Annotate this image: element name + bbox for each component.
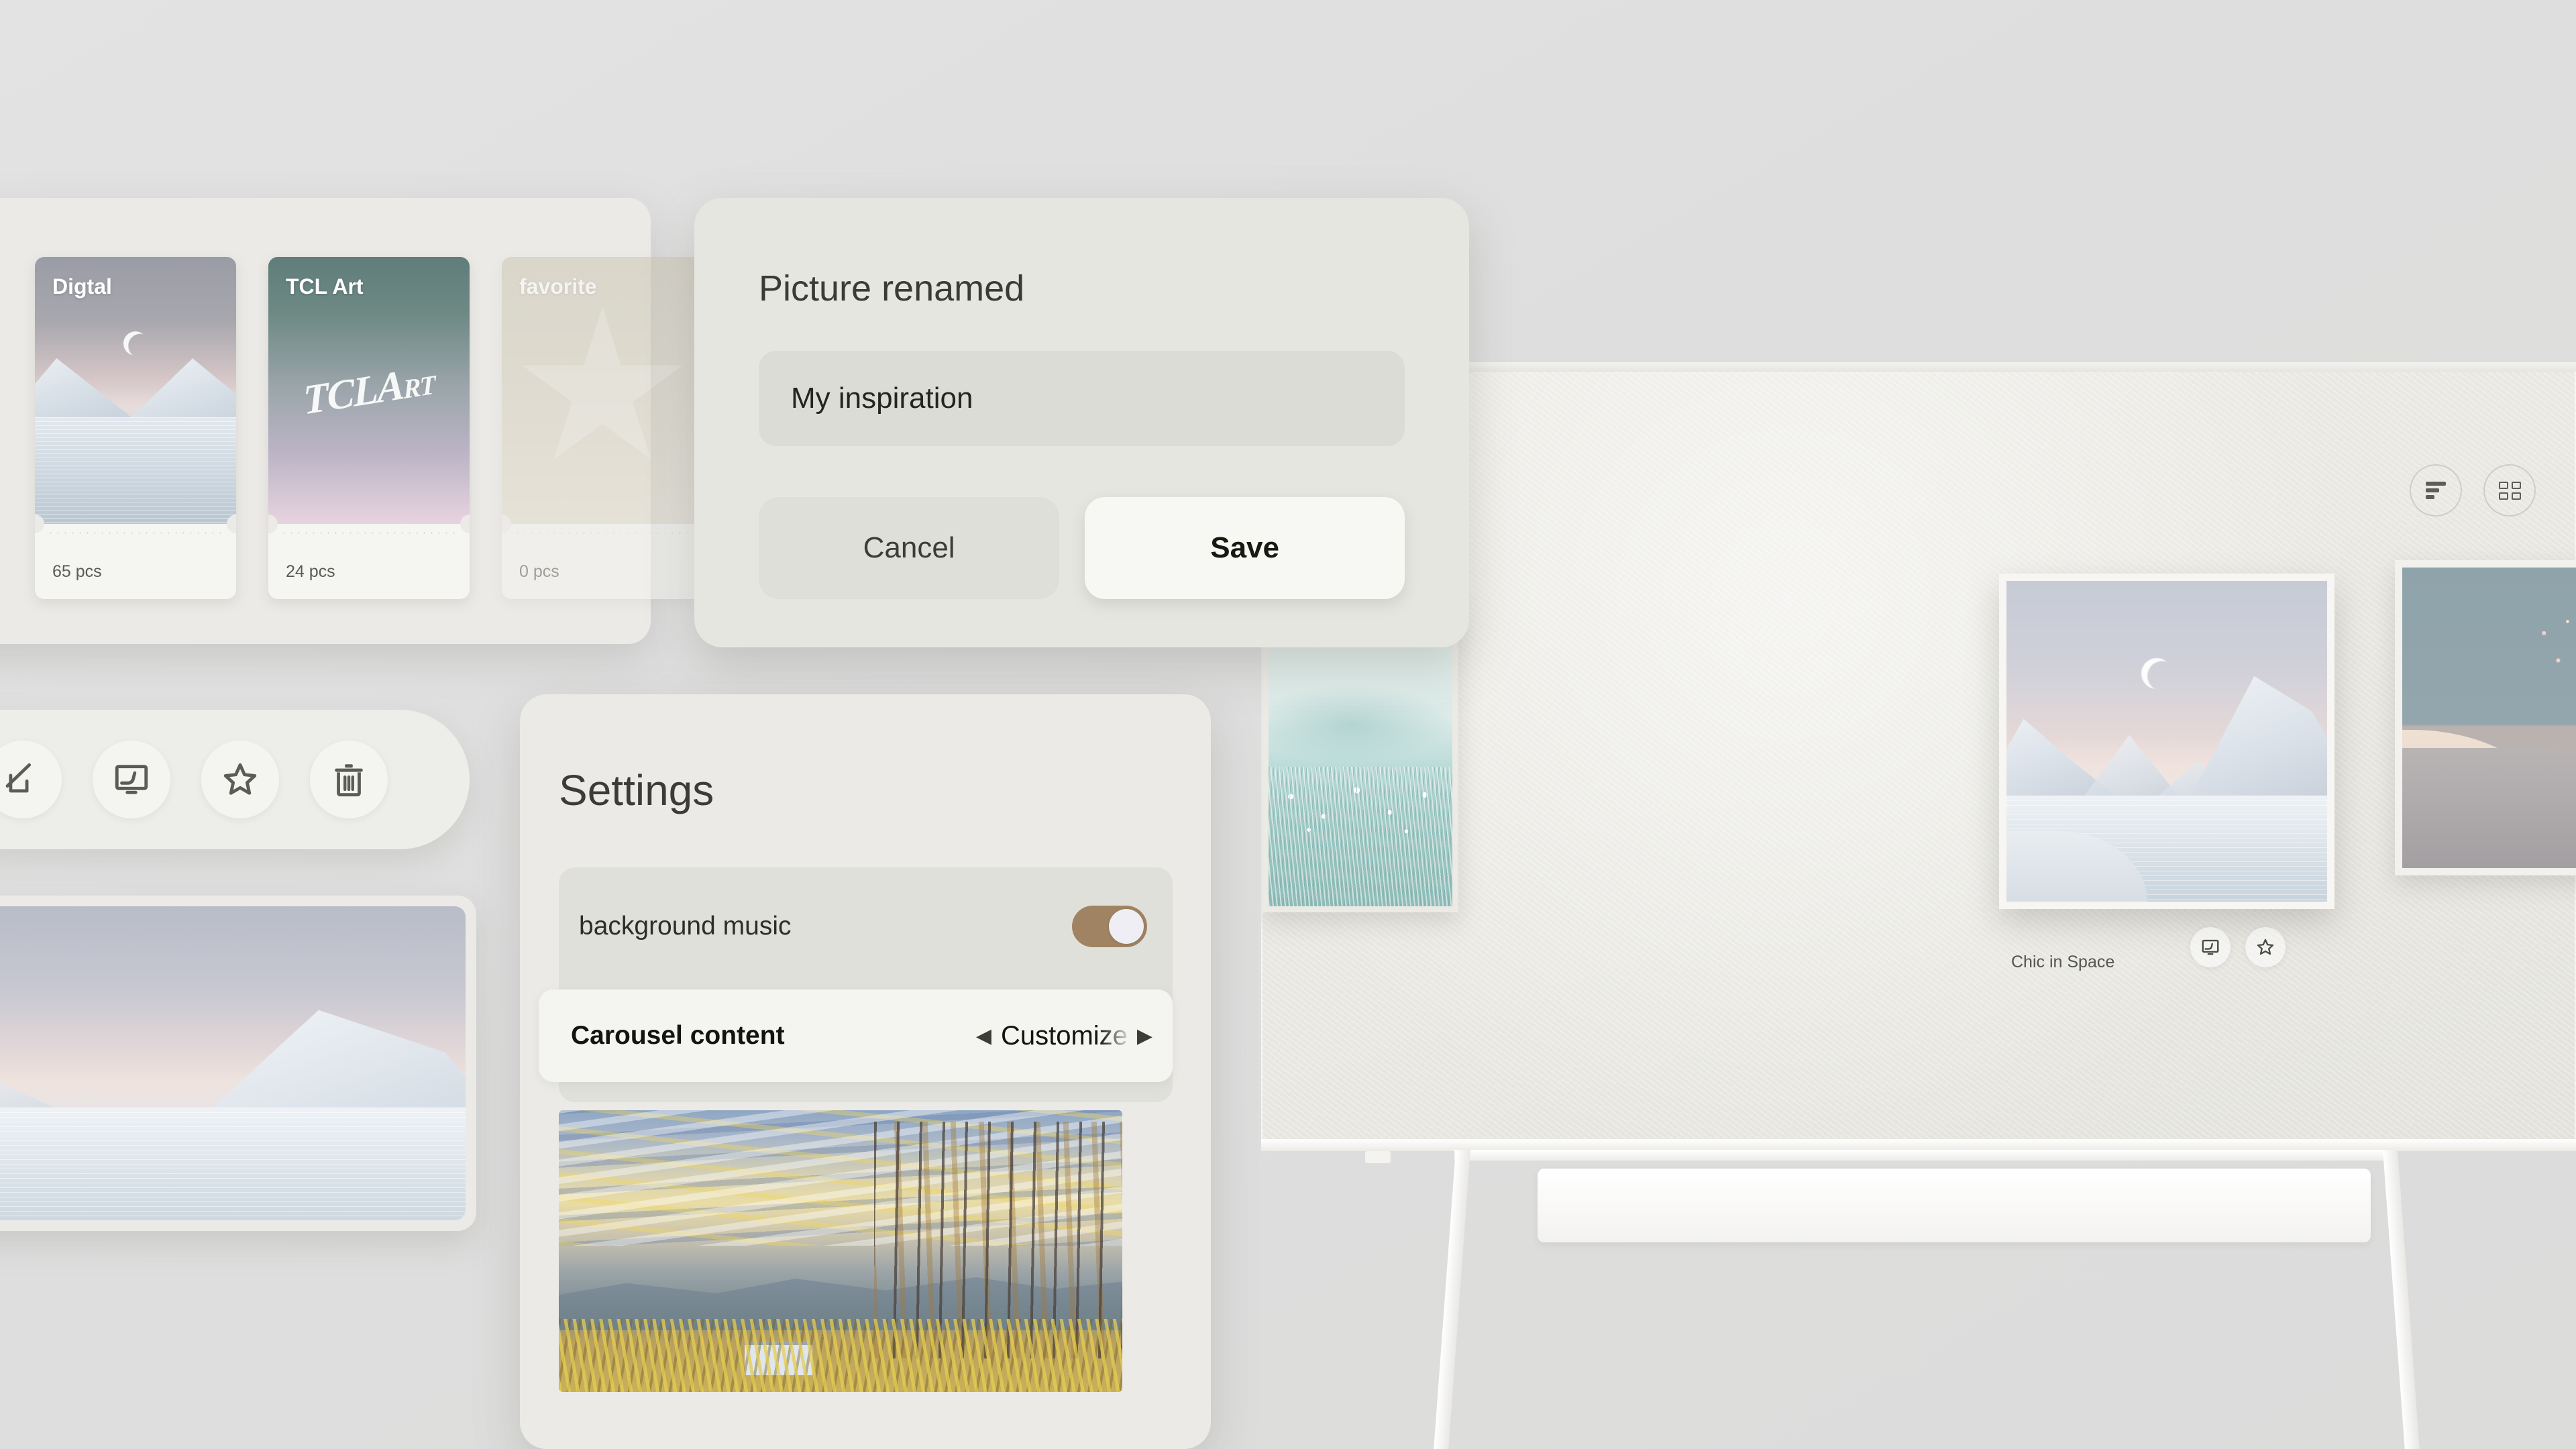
grid-view-button[interactable] (2483, 464, 2536, 517)
album-thumbnail: Digtal (35, 257, 236, 524)
ticket-perforation (35, 515, 236, 544)
settings-title: Settings (559, 766, 714, 814)
artwork-frame-hero[interactable] (1999, 574, 2334, 909)
set-as-display-icon (2202, 939, 2219, 955)
favorite-star-icon (223, 763, 257, 795)
album-count: 0 pcs (519, 561, 559, 581)
carousel-content-value: Customize (1000, 1020, 1128, 1051)
settings-panel: Settings background music Carousel inter… (520, 694, 1211, 1449)
favorite-star-icon (2257, 938, 2274, 955)
picture-rename-dialog: Picture renamed My inspiration Cancel Sa… (694, 198, 1469, 647)
artwork-actions (2190, 927, 2286, 967)
album-name: favorite (519, 274, 597, 299)
album-thumbnail: TCLART TCL Art (268, 257, 470, 524)
album-card-favorite[interactable]: favorite 0 pcs (502, 257, 703, 599)
ticket-perforation (502, 515, 703, 544)
background-music-toggle[interactable] (1072, 905, 1147, 947)
delete-trash-icon (335, 764, 363, 797)
set-as-display-icon (115, 765, 148, 794)
artwork-preview-image (0, 906, 466, 1220)
tcl-art-logo: TCLART (302, 362, 436, 424)
setting-label: Carousel content (571, 1021, 785, 1050)
set-as-display-button[interactable] (93, 741, 170, 818)
sort-icon (2426, 479, 2446, 502)
edit-button[interactable] (0, 741, 62, 818)
dialog-title: Picture renamed (759, 268, 1025, 309)
delete-button[interactable] (310, 741, 388, 818)
album-count: 24 pcs (286, 561, 335, 581)
artwork-preview-frame[interactable] (0, 896, 476, 1231)
chevron-left-icon[interactable]: ◀ (976, 1024, 991, 1048)
album-card-tcl-art[interactable]: TCLART TCL Art 24 pcs (268, 257, 470, 599)
setting-label: background music (579, 911, 792, 941)
favorite-button[interactable] (2245, 927, 2286, 967)
carousel-content-stepper: ◀ Customize ▶ (976, 1021, 1152, 1051)
artwork-image-dune (2402, 568, 2576, 868)
albums-panel: Digtal 65 pcs TCLART TCL Art 24 pcs favo… (0, 198, 703, 644)
artwork-caption: Chic in Space (2011, 953, 2115, 971)
picture-name-input[interactable]: My inspiration (759, 351, 1405, 446)
album-card-digtal[interactable]: Digtal 65 pcs (35, 257, 236, 599)
action-toolbar (0, 710, 470, 849)
tv-easel-stand (1261, 1139, 2576, 1449)
album-name: TCL Art (286, 274, 364, 299)
moon-shape (2141, 657, 2172, 689)
cancel-button[interactable]: Cancel (759, 497, 1060, 599)
dialog-actions: Cancel Save (759, 497, 1405, 599)
album-name: Digtal (52, 274, 112, 299)
set-as-display-button[interactable] (2190, 927, 2231, 967)
album-thumbnail: favorite (502, 257, 703, 524)
grid-view-icon (2498, 481, 2521, 500)
setting-row-carousel-content[interactable]: Carousel content ◀ Customize ▶ (539, 989, 1173, 1082)
artwork-image-hero (2006, 581, 2327, 902)
edit-icon (5, 763, 32, 793)
ticket-perforation (268, 515, 470, 544)
album-card-list: Digtal 65 pcs TCLART TCL Art 24 pcs favo… (35, 257, 703, 599)
chevron-right-icon[interactable]: ▶ (1137, 1024, 1152, 1048)
save-button[interactable]: Save (1085, 497, 1405, 599)
artwork-image-grass (1269, 603, 1452, 906)
carousel-preview-painting[interactable] (559, 1110, 1122, 1392)
view-tools (2410, 464, 2536, 517)
artwork-frame-right[interactable] (2395, 560, 2576, 875)
toggle-knob (1109, 908, 1144, 944)
setting-row-background-music[interactable]: background music (559, 867, 1173, 985)
favorite-star-icon (522, 307, 683, 460)
app-root: gtal Chic in Space (0, 0, 2576, 1449)
favorite-button[interactable] (201, 741, 279, 818)
sort-button[interactable] (2410, 464, 2462, 517)
album-count: 65 pcs (52, 561, 102, 581)
